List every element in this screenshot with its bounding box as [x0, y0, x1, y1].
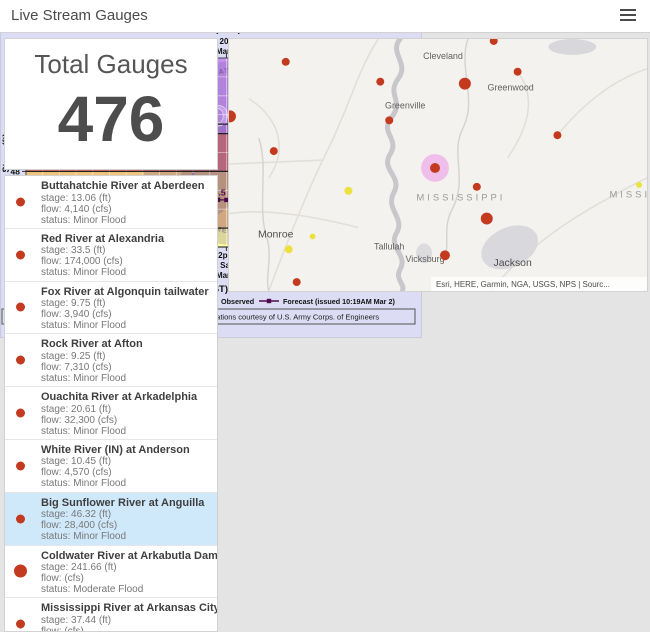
gauge-status: status: Minor Flood — [41, 426, 211, 437]
gauge-list-item[interactable]: Rock River at Aftonstage: 9.25 (ft)flow:… — [5, 334, 217, 387]
gauge-name: Coldwater River at Arkabutla Dam — [41, 550, 211, 563]
map-gauge-marker[interactable] — [285, 245, 293, 253]
gauge-status: status: Minor Flood — [41, 267, 211, 278]
map-gauge-marker[interactable] — [270, 147, 278, 155]
gauge-status-dot — [16, 197, 25, 206]
gauge-list[interactable]: Buttahatchie River at Aberdeenstage: 13.… — [4, 175, 218, 632]
map-attribution: Esri, HERE, Garmin, NGA, USGS, NPS | Sou… — [436, 280, 610, 289]
map-city-label: Greenwood — [488, 83, 534, 93]
gauge-name: Mississippi River at Arkansas City — [41, 602, 211, 615]
gauge-list-item[interactable]: Mississippi River at Arkansas Citystage:… — [5, 598, 217, 632]
gauge-list-item[interactable]: Big Sunflower River at Anguillastage: 46… — [5, 493, 217, 546]
map-gauge-marker[interactable] — [473, 183, 481, 191]
hamburger-icon — [620, 9, 638, 21]
gauge-list-item[interactable]: Fox River at Algonquin tailwaterstage: 9… — [5, 282, 217, 335]
map-gauge-marker[interactable] — [440, 250, 450, 260]
legend-observed-label: Observed — [221, 297, 254, 306]
map-gauge-marker[interactable] — [310, 233, 316, 239]
map-gauge-marker[interactable] — [430, 163, 440, 173]
gauge-name: White River (IN) at Anderson — [41, 444, 211, 457]
gauge-flow: flow: 174,000 (cfs) — [41, 256, 211, 267]
map-city-label: Jackson — [493, 258, 531, 269]
gauge-flow: flow: 7,310 (cfs) — [41, 362, 211, 373]
gauge-flow: flow: (cfs) — [41, 573, 211, 584]
gauge-status: status: Minor Flood — [41, 478, 211, 489]
total-gauges-title: Total Gauges — [5, 49, 217, 80]
gauge-stage: stage: 13.06 (ft) — [41, 193, 211, 204]
gauge-list-item[interactable]: Buttahatchie River at Aberdeenstage: 13.… — [5, 176, 217, 229]
gauge-name: Big Sunflower River at Anguilla — [41, 497, 211, 510]
total-gauges-panel: Total Gauges 476 — [4, 38, 218, 170]
map-city-label: Cleveland — [423, 51, 463, 61]
app-header: Live Stream Gauges — [0, 0, 650, 33]
observations-credit-text: Observations courtesy of U.S. Army Corps… — [192, 313, 379, 322]
legend-forecast-label: Forecast (issued 10:19AM Mar 2) — [283, 297, 395, 306]
map-gauge-marker[interactable] — [282, 58, 290, 66]
gauge-status-dot — [16, 250, 25, 259]
gauge-name: Buttahatchie River at Aberdeen — [41, 180, 211, 193]
gauge-flow: flow: 4,140 (cfs) — [41, 204, 211, 215]
gauge-stage: stage: 46.32 (ft) — [41, 509, 211, 520]
gauge-stage: stage: 37.44 (ft) — [41, 615, 211, 626]
gauge-stage: stage: 33.5 (ft) — [41, 245, 211, 256]
gauge-stage: stage: 9.75 (ft) — [41, 298, 211, 309]
menu-button[interactable] — [620, 9, 638, 23]
map-state-label: MISSISSIPPI — [416, 192, 505, 203]
map-state-label: MISSISS — [609, 189, 647, 200]
map-city-label: Tallulah — [374, 241, 404, 251]
map-gauge-marker[interactable] — [459, 78, 471, 90]
map-city-label: Greenville — [385, 100, 425, 110]
map-gauge-marker[interactable] — [344, 187, 352, 195]
legend-forecast-icon — [267, 299, 271, 303]
map-gauge-marker[interactable] — [385, 116, 393, 124]
gauge-flow: flow: (cfs) — [41, 626, 211, 632]
gauge-flow: flow: 28,400 (cfs) — [41, 520, 211, 531]
app-root: Live Stream Gauges Total Gauges 476 Butt… — [0, 0, 650, 632]
map-urban-area — [548, 39, 596, 55]
gauge-status: status: Minor Flood — [41, 531, 211, 542]
gauge-flow: flow: 3,940 (cfs) — [41, 309, 211, 320]
map-gauge-marker[interactable] — [481, 213, 493, 225]
gauge-status-dot — [16, 303, 25, 312]
map-city-label: Vicksburg — [405, 254, 444, 264]
gauge-stage: stage: 20.61 (ft) — [41, 404, 211, 415]
gauge-stage: stage: 10.45 (ft) — [41, 456, 211, 467]
gauge-name: Ouachita River at Arkadelphia — [41, 391, 211, 404]
gauge-status: status: Moderate Flood — [41, 584, 211, 595]
gauge-status-dot — [14, 565, 27, 578]
gauge-flow: flow: 32,300 (cfs) — [41, 415, 211, 426]
gauge-list-item[interactable]: White River (IN) at Andersonstage: 10.45… — [5, 440, 217, 493]
page-title: Live Stream Gauges — [11, 7, 148, 24]
gauge-stage: stage: 241.66 (ft) — [41, 562, 211, 573]
gauge-status: status: Minor Flood — [41, 320, 211, 331]
map-city-label: Monroe — [258, 229, 294, 240]
map-gauge-marker[interactable] — [636, 182, 642, 188]
map-panel: MISSISSIPPI MISSISS Cleveland Greenwood Gree… — [228, 38, 648, 292]
gauge-name: Fox River at Algonquin tailwater — [41, 286, 211, 299]
gauge-status-dot — [16, 461, 25, 470]
total-gauges-count: 476 — [5, 84, 217, 154]
gauge-name: Rock River at Afton — [41, 338, 211, 351]
gauge-flow: flow: 4,570 (cfs) — [41, 467, 211, 478]
map-gauge-marker[interactable] — [553, 131, 561, 139]
gauge-list-item[interactable]: Coldwater River at Arkabutla Damstage: 2… — [5, 546, 217, 599]
map-gauge-marker[interactable] — [514, 68, 522, 76]
gauge-status: status: Minor Flood — [41, 215, 211, 226]
gauge-status-dot — [16, 620, 25, 629]
gauge-list-item[interactable]: Red River at Alexandriastage: 33.5 (ft)f… — [5, 229, 217, 282]
map-canvas[interactable]: MISSISSIPPI MISSISS Cleveland Greenwood Gree… — [229, 39, 647, 291]
gauge-status-dot — [16, 514, 25, 523]
gauge-name: Red River at Alexandria — [41, 233, 211, 246]
gauge-status-dot — [16, 409, 25, 418]
map-gauge-marker[interactable] — [376, 78, 384, 86]
gauge-status: status: Minor Flood — [41, 373, 211, 384]
gauge-list-item[interactable]: Ouachita River at Arkadelphiastage: 20.6… — [5, 387, 217, 440]
gauge-status-dot — [16, 356, 25, 365]
gauge-stage: stage: 9.25 (ft) — [41, 351, 211, 362]
map-gauge-marker[interactable] — [293, 278, 301, 286]
